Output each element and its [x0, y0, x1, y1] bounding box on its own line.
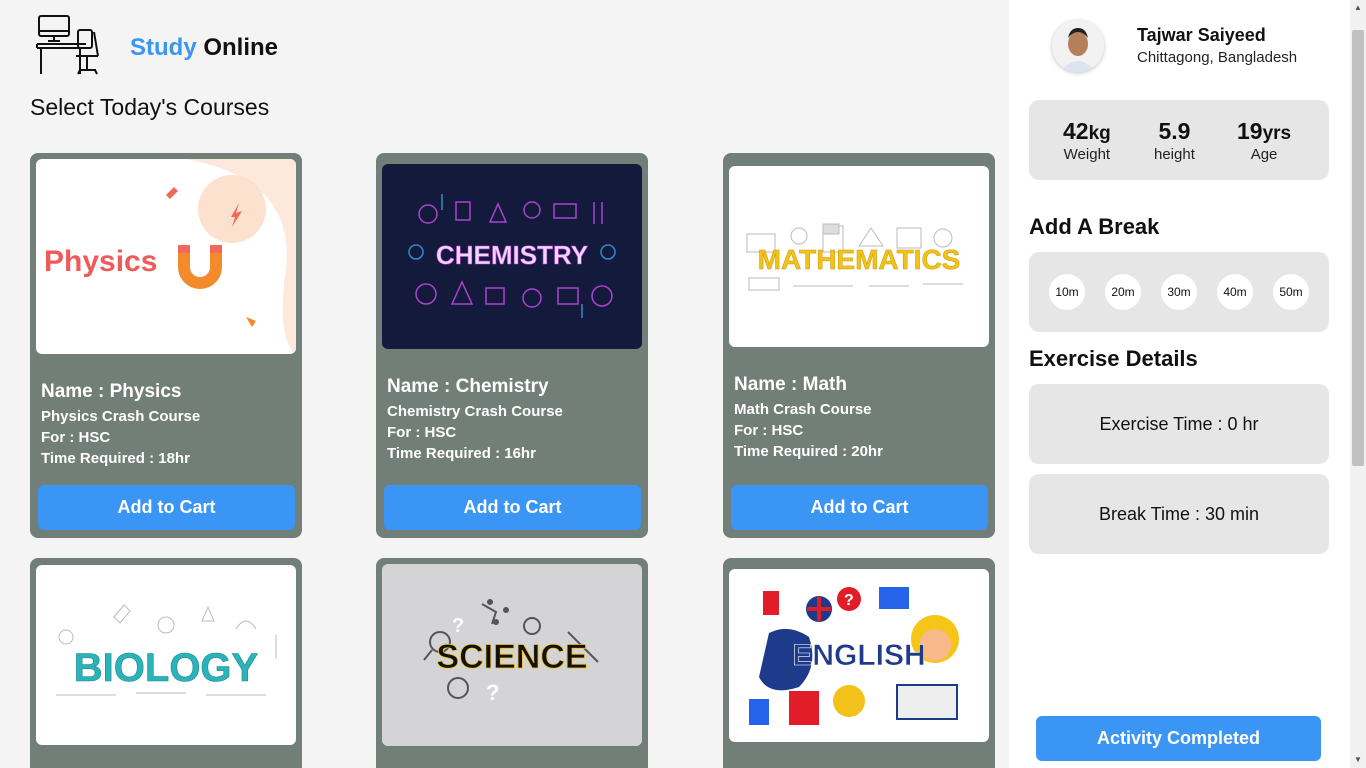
- course-card-physics: Physics Name : Physics Physics Crash Cou…: [30, 153, 302, 538]
- stat-age: 19yrs Age: [1237, 118, 1291, 163]
- course-card-chemistry: CHEMISTRY Name : Chemistry Chemistry Cra…: [376, 153, 648, 538]
- course-for: For : HSC: [734, 422, 804, 439]
- activity-completed-button[interactable]: Activity Completed: [1036, 716, 1321, 761]
- svg-text:?: ?: [486, 680, 499, 705]
- user-location: Chittagong, Bangladesh: [1137, 49, 1298, 66]
- stat-label: height: [1154, 146, 1195, 163]
- svg-text:?: ?: [452, 615, 464, 637]
- stat-label: Weight: [1063, 146, 1111, 163]
- course-card-biology: BIOLOGY: [30, 558, 302, 768]
- stat-value: 19: [1237, 118, 1263, 144]
- course-name: Name : Chemistry: [387, 376, 549, 397]
- add-to-cart-button[interactable]: Add to Cart: [384, 485, 641, 530]
- stat-unit: yrs: [1262, 123, 1292, 144]
- exercise-time: Exercise Time : 0 hr: [1029, 384, 1329, 464]
- brand-accent: Study: [130, 34, 197, 61]
- desk-computer-icon: [36, 15, 99, 75]
- physics-image: Physics: [36, 159, 296, 354]
- break-heading: Add A Break: [1029, 214, 1160, 239]
- course-time: Time Required : 20hr: [734, 443, 883, 460]
- stat-value: 5.9: [1158, 118, 1191, 144]
- physics-image-text: Physics: [44, 245, 157, 278]
- break-option-10m[interactable]: 10m: [1049, 274, 1085, 310]
- biology-image: BIOLOGY: [36, 565, 296, 745]
- scroll-down-icon[interactable]: ▼: [1350, 752, 1366, 768]
- add-to-cart-button[interactable]: Add to Cart: [731, 485, 988, 530]
- brand-title: Study Online: [130, 34, 278, 62]
- exercise-heading: Exercise Details: [1029, 346, 1198, 371]
- scroll-thumb[interactable]: [1352, 30, 1364, 466]
- svg-text:?: ?: [844, 592, 854, 609]
- course-title: Physics Crash Course: [41, 408, 201, 425]
- scrollbar[interactable]: ▲ ▼: [1350, 0, 1366, 768]
- stat-weight: 42kg Weight: [1063, 118, 1111, 163]
- course-time: Time Required : 16hr: [387, 445, 536, 462]
- break-option-40m[interactable]: 40m: [1217, 274, 1253, 310]
- course-for: For : HSC: [41, 429, 111, 446]
- profile-sidebar: Tajwar Saiyeed Chittagong, Bangladesh 42…: [1009, 0, 1350, 768]
- stats-panel: 42kg Weight 5.9 height 19yrs Age: [1029, 100, 1329, 180]
- stat-value: 42: [1063, 118, 1089, 144]
- course-card-math: MATHEMATICS Name : Math Math Crash Cours…: [723, 153, 995, 538]
- course-card-english: ? ENGLISH: [723, 558, 995, 768]
- biology-image-text: BIOLOGY: [74, 646, 259, 690]
- math-image: MATHEMATICS: [729, 166, 989, 347]
- chemistry-image: CHEMISTRY: [382, 164, 642, 349]
- add-to-cart-button[interactable]: Add to Cart: [38, 485, 295, 530]
- avatar: [1052, 20, 1104, 72]
- stat-height: 5.9 height: [1154, 118, 1195, 163]
- chemistry-info: Name : Chemistry Chemistry Crash Course …: [387, 376, 563, 464]
- course-name: Name : Physics: [41, 381, 182, 402]
- course-name: Name : Math: [734, 374, 847, 395]
- math-image-text: MATHEMATICS: [758, 244, 961, 275]
- physics-info: Name : Physics Physics Crash Course For …: [41, 381, 200, 469]
- chemistry-image-text: CHEMISTRY: [436, 240, 588, 270]
- break-options: 10m 20m 30m 40m 50m: [1029, 252, 1329, 332]
- break-option-20m[interactable]: 20m: [1105, 274, 1141, 310]
- course-card-science: ? ? SCIENCE: [376, 558, 648, 768]
- break-option-50m[interactable]: 50m: [1273, 274, 1309, 310]
- user-name: Tajwar Saiyeed: [1137, 25, 1266, 45]
- science-image-text: SCIENCE: [436, 638, 587, 676]
- course-for: For : HSC: [387, 424, 457, 441]
- english-image: ? ENGLISH: [729, 569, 989, 742]
- math-info: Name : Math Math Crash Course For : HSC …: [734, 374, 883, 462]
- course-title: Chemistry Crash Course: [387, 403, 563, 420]
- section-title: Select Today's Courses: [30, 94, 270, 120]
- break-time: Break Time : 30 min: [1029, 474, 1329, 554]
- main-content: Study Online Select Today's Courses Phys…: [0, 0, 1009, 768]
- scroll-up-icon[interactable]: ▲: [1350, 0, 1366, 16]
- brand-rest: Online: [203, 34, 279, 61]
- stat-unit: kg: [1088, 123, 1111, 144]
- science-image: ? ? SCIENCE: [382, 564, 642, 746]
- course-title: Math Crash Course: [734, 401, 872, 418]
- course-time: Time Required : 18hr: [41, 450, 190, 467]
- english-image-text: ENGLISH: [792, 639, 925, 672]
- break-option-30m[interactable]: 30m: [1161, 274, 1197, 310]
- stat-label: Age: [1250, 146, 1278, 163]
